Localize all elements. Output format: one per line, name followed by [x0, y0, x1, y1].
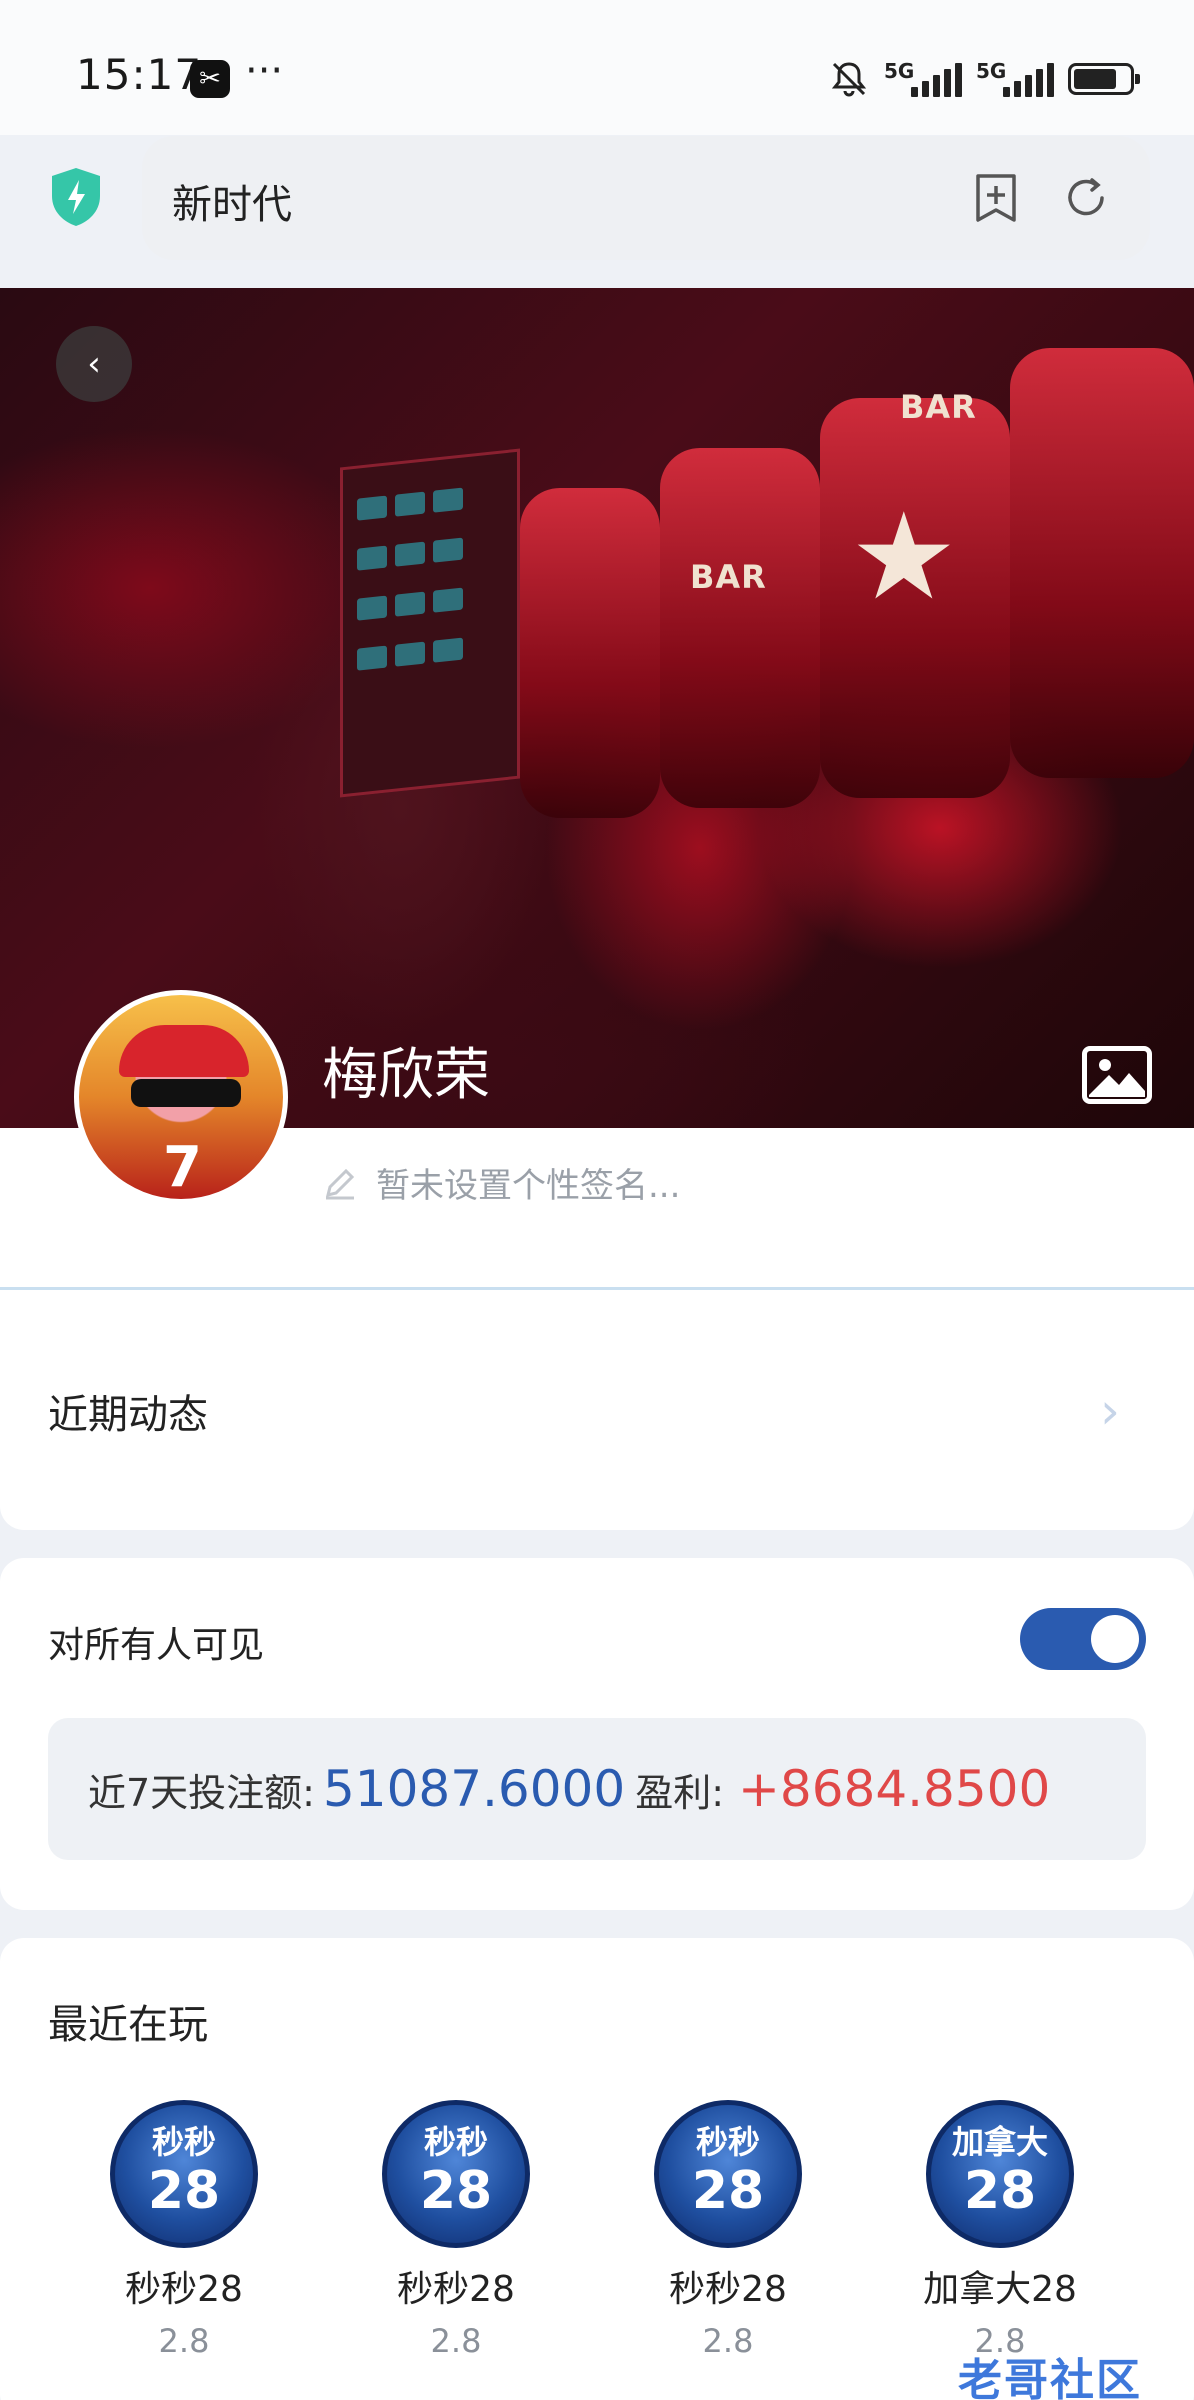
betting-stats: 近7天投注额: 51087.6000 盈利: +8684.8500: [48, 1718, 1146, 1860]
recent-activity-row[interactable]: 近期动态 ›: [0, 1290, 1194, 1530]
more-notifications-icon: ···: [245, 48, 284, 94]
visibility-toggle[interactable]: [1020, 1608, 1146, 1670]
game-icon: 秒秒 28: [654, 2100, 802, 2248]
username: 梅欣荣: [322, 1043, 490, 1108]
recently-played-title: 最近在玩: [48, 2002, 208, 2048]
game-odds: 2.8: [702, 2322, 754, 2360]
game-icon: 加拿大 28: [926, 2100, 1074, 2248]
battery-icon: [1068, 63, 1140, 95]
back-button[interactable]: ‹: [56, 326, 132, 402]
game-name: 秒秒28: [125, 2269, 243, 2310]
game-name: 秒秒28: [397, 2269, 515, 2310]
signal-5g-icon: 5G: [884, 59, 962, 99]
signal-label: 5G: [884, 59, 915, 83]
game-item[interactable]: 秒秒 28 秒秒28 2.8: [592, 2100, 864, 2360]
status-bar: 15:17 ✂ ··· 5G 5G: [0, 0, 1194, 135]
recent-activity-label: 近期动态: [48, 1392, 208, 1438]
bet-amount-label: 近7天投注额:: [88, 1770, 315, 1815]
change-cover-icon[interactable]: [1082, 1046, 1152, 1104]
profit-label: 盈利:: [635, 1770, 724, 1815]
bet-amount-value: 51087.6000: [322, 1760, 626, 1818]
add-bookmark-icon[interactable]: [972, 172, 1020, 224]
visibility-label: 对所有人可见: [48, 1625, 265, 1666]
watermark: 老哥社区: [958, 2355, 1142, 2400]
address-bar[interactable]: 新时代: [142, 136, 1150, 260]
avatar[interactable]: 7: [74, 990, 288, 1204]
game-name: 秒秒28: [669, 2269, 787, 2310]
game-item[interactable]: 秒秒 28 秒秒28 2.8: [320, 2100, 592, 2360]
signature-field[interactable]: 暂未设置个性签名...: [322, 1158, 680, 1207]
signal-label-2: 5G: [976, 59, 1007, 83]
slot-paytable-panel: [340, 448, 520, 798]
mute-bell-icon: [831, 62, 867, 97]
recently-played-card: 最近在玩 秒秒 28 秒秒28 2.8 秒秒 28 秒秒28 2.8 秒秒 28…: [0, 1938, 1194, 2400]
game-icon: 秒秒 28: [110, 2100, 258, 2248]
profit-value: +8684.8500: [738, 1760, 1051, 1818]
game-name: 加拿大28: [923, 2269, 1077, 2310]
signature-text: 暂未设置个性签名...: [376, 1166, 681, 1206]
address-text[interactable]: 新时代: [172, 172, 292, 230]
signal-5g-icon-2: 5G: [976, 59, 1054, 99]
game-odds: 2.8: [158, 2322, 210, 2360]
slot-star-icon: ★: [850, 488, 958, 627]
capcut-icon: ✂: [190, 60, 230, 98]
security-shield-icon[interactable]: [48, 166, 104, 228]
game-icon: 秒秒 28: [382, 2100, 530, 2248]
edit-pencil-icon: [325, 1168, 355, 1199]
visibility-card: 对所有人可见 近7天投注额: 51087.6000 盈利: +8684.8500: [0, 1558, 1194, 1910]
game-odds: 2.8: [430, 2322, 482, 2360]
game-item[interactable]: 秒秒 28 秒秒28 2.8: [48, 2100, 320, 2360]
chevron-right-icon: ›: [1100, 1382, 1120, 1440]
game-item[interactable]: 加拿大 28 加拿大28 2.8: [864, 2100, 1136, 2360]
refresh-icon[interactable]: [1062, 174, 1110, 222]
status-time: 15:17: [76, 50, 203, 99]
